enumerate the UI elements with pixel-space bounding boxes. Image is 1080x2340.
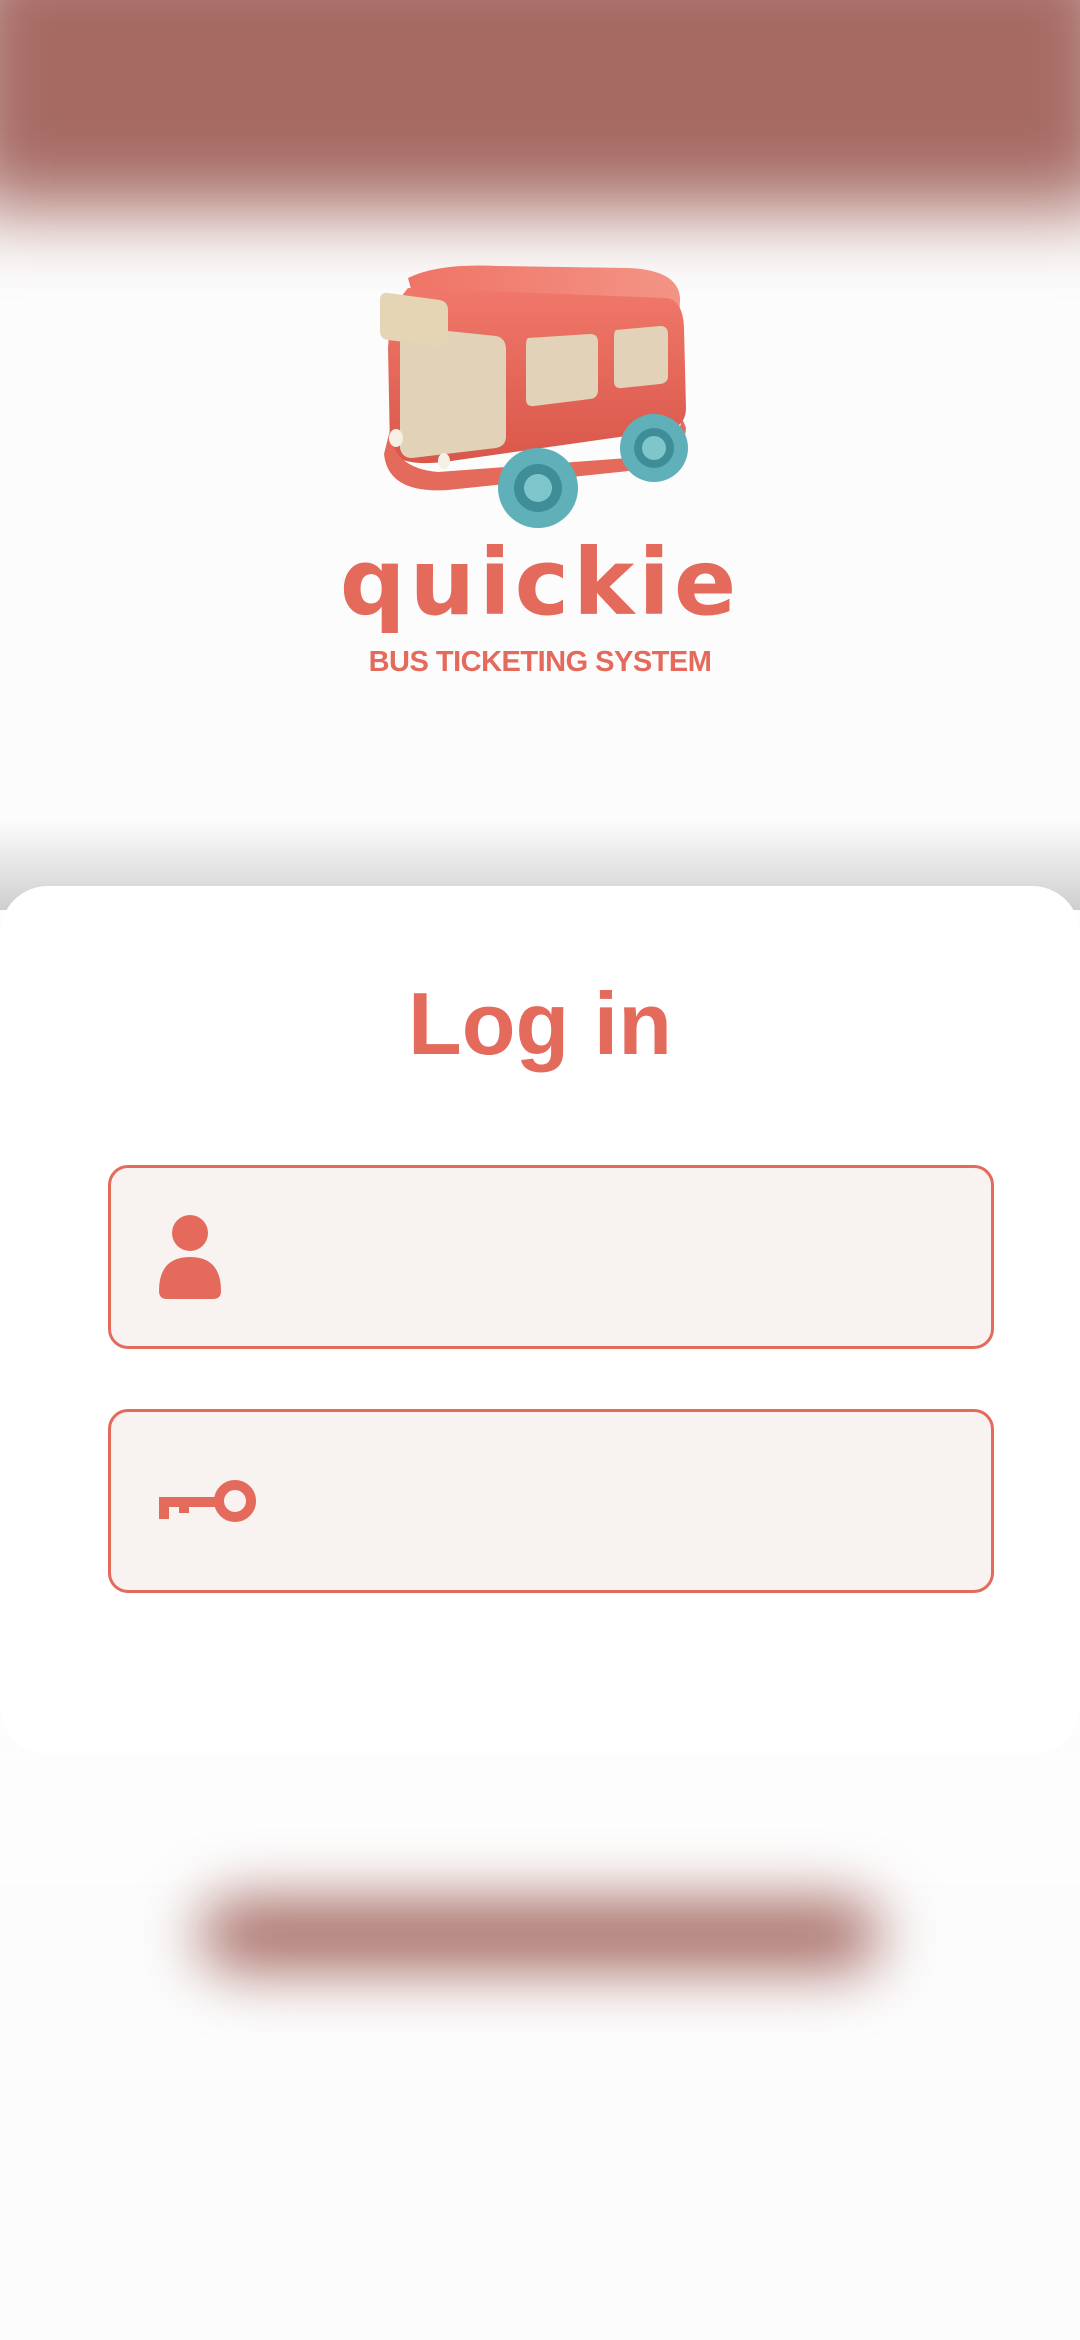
bottom-panel [0,1754,1080,1884]
logo-area: quickie BUS TICKETING SYSTEM [0,0,1080,880]
username-input[interactable] [271,1168,975,1348]
bottom-shade [200,1900,880,1970]
login-title: Log in [408,974,672,1073]
key-icon [159,1480,256,1522]
login-card: Log in [0,886,1080,1754]
brand-name: quickie [339,529,741,636]
password-field[interactable] [108,1409,994,1593]
user-icon [159,1215,221,1299]
bus-logo-icon [380,265,688,528]
password-input[interactable] [271,1412,975,1592]
brand-tagline: BUS TICKETING SYSTEM [368,646,712,678]
username-field[interactable] [108,1165,994,1349]
